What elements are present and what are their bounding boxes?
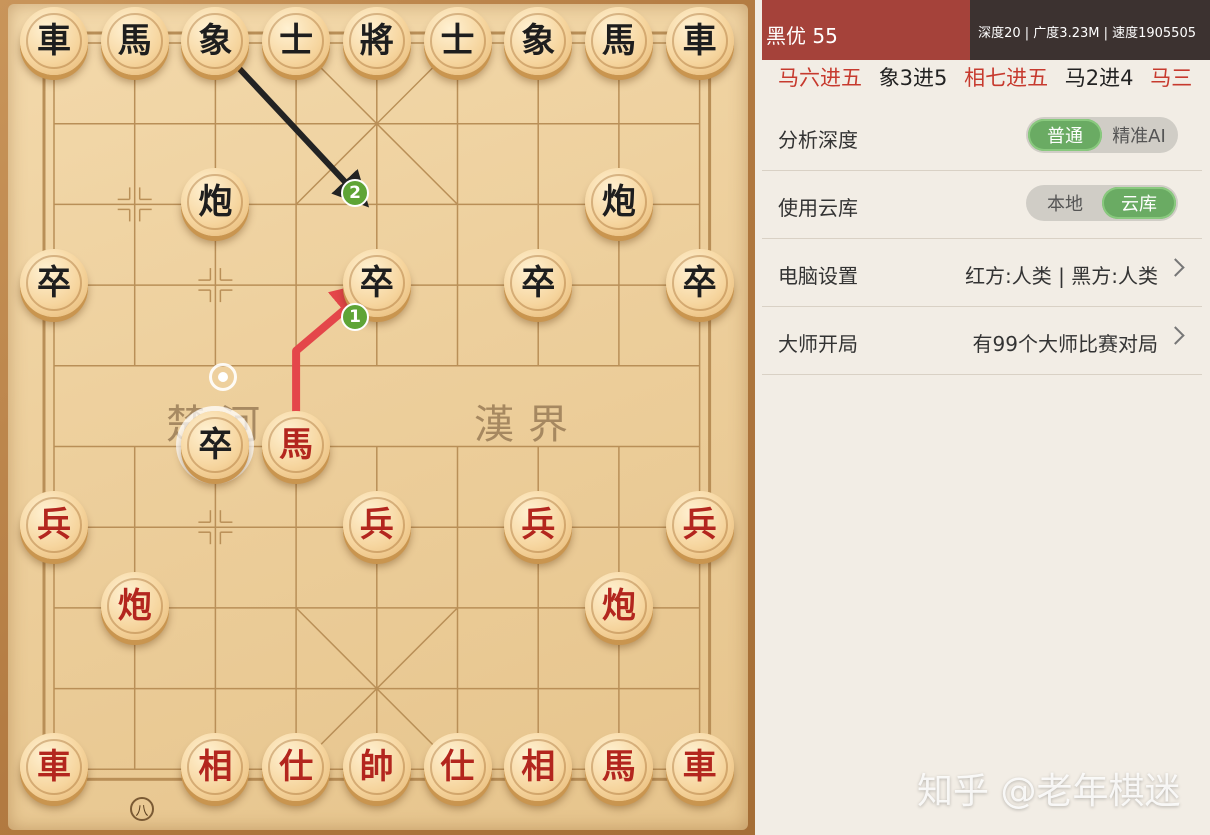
xiangqi-board[interactable]: 楚河 漢界 車馬象士將士象馬車炮炮卒卒卒卒卒馬兵兵兵兵炮炮車相仕帥仕相馬車 1 … [8, 4, 748, 830]
black-piece[interactable]: 馬 [584, 7, 653, 75]
piece-char: 將 [359, 21, 394, 61]
watermark: 知乎 @老年棋迷 [917, 771, 1181, 812]
piece-char: 馬 [601, 21, 636, 61]
red-piece[interactable]: 相 [504, 733, 573, 802]
black-piece[interactable]: 象 [181, 7, 250, 75]
piece-char: 車 [682, 747, 717, 788]
piece-char: 炮 [117, 585, 152, 626]
piece-char: 馬 [117, 21, 152, 61]
black-piece[interactable]: 炮 [584, 168, 653, 237]
piece-char: 帥 [359, 747, 394, 788]
black-piece[interactable]: 士 [423, 7, 492, 75]
analysis-depth-toggle[interactable]: 普通 精准AI [1026, 117, 1178, 153]
piece-char: 相 [521, 747, 556, 788]
pv-move[interactable]: 相七进五 [964, 66, 1048, 90]
black-piece[interactable]: 馬 [100, 7, 169, 75]
red-piece[interactable]: 馬 [262, 410, 331, 479]
arrow-1-badge: 1 [341, 303, 369, 331]
black-piece[interactable]: 卒 [504, 249, 573, 318]
row-cloud-library: 使用云库 本地 云库 [762, 170, 1202, 239]
red-piece[interactable]: 仕 [423, 733, 492, 802]
black-piece[interactable]: 士 [262, 7, 331, 75]
piece-char: 炮 [198, 182, 233, 223]
engine-stats: 深度20 | 广度3.23M | 速度1905505 [978, 26, 1196, 41]
piece-char: 車 [37, 747, 71, 788]
pv-move[interactable]: 马六进五 [778, 66, 862, 90]
piece-char: 兵 [682, 505, 717, 546]
river-text-han-jie: 漢界 [474, 402, 582, 448]
computer-settings-value: 红方:人类 | 黑方:人类 [965, 264, 1158, 288]
row-master-openings[interactable]: 大师开局 有99个大师比赛对局 [762, 306, 1202, 375]
red-piece[interactable]: 帥 [342, 733, 411, 802]
file-label-ba: 八 [130, 797, 154, 821]
red-piece[interactable]: 仕 [262, 733, 331, 802]
chevron-right-icon [1166, 326, 1185, 345]
piece-char: 炮 [601, 585, 636, 626]
piece-char: 卒 [198, 424, 233, 465]
red-piece[interactable]: 兵 [342, 491, 411, 560]
analysis-depth-label: 分析深度 [778, 128, 858, 152]
piece-char: 士 [279, 21, 314, 61]
row-analysis-depth: 分析深度 普通 精准AI [762, 102, 1202, 171]
analysis-depth-option-normal[interactable]: 普通 [1028, 119, 1102, 151]
piece-char: 象 [521, 21, 556, 61]
piece-char: 馬 [279, 424, 314, 465]
piece-char: 仕 [279, 747, 314, 788]
pv-move[interactable]: 象3进5 [879, 66, 948, 90]
chevron-right-icon [1166, 258, 1185, 277]
red-piece[interactable]: 車 [665, 733, 734, 802]
black-piece[interactable]: 卒 [665, 249, 734, 318]
red-piece[interactable]: 兵 [504, 491, 573, 560]
piece-char: 相 [198, 747, 233, 788]
master-openings-label: 大师开局 [778, 332, 858, 356]
piece-char: 兵 [37, 505, 71, 546]
cloud-library-label: 使用云库 [778, 196, 858, 220]
black-piece[interactable]: 象 [504, 7, 573, 75]
black-piece[interactable]: 卒 [20, 249, 88, 318]
black-piece[interactable]: 將 [342, 7, 411, 75]
piece-char: 車 [682, 21, 717, 61]
red-piece[interactable]: 炮 [584, 571, 653, 640]
piece-char: 卒 [682, 263, 717, 304]
principal-variation[interactable]: 马六进五 象3进5 相七进五 马2进4 马三 [762, 62, 1194, 102]
master-openings-value: 有99个大师比赛对局 [972, 332, 1158, 356]
piece-char: 馬 [601, 747, 636, 788]
black-piece[interactable]: 車 [665, 7, 734, 75]
piece-char: 炮 [601, 182, 636, 223]
red-piece[interactable]: 車 [20, 733, 88, 802]
piece-char: 士 [440, 21, 475, 61]
piece-char: 兵 [359, 505, 394, 546]
red-piece[interactable]: 兵 [665, 491, 734, 560]
pv-move[interactable]: 马2进4 [1065, 66, 1134, 90]
piece-char: 象 [198, 21, 233, 61]
red-piece[interactable]: 馬 [584, 733, 653, 802]
black-piece[interactable]: 車 [20, 7, 88, 75]
arrow-2-badge: 2 [341, 179, 369, 207]
board-grid [42, 31, 712, 781]
pv-move[interactable]: 马三 [1150, 66, 1192, 90]
cloud-library-option-local[interactable]: 本地 [1028, 187, 1102, 219]
move-target-marker[interactable] [209, 363, 237, 391]
piece-char: 卒 [359, 263, 394, 304]
piece-char: 車 [37, 21, 71, 61]
board-frame: 楚河 漢界 車馬象士將士象馬車炮炮卒卒卒卒卒馬兵兵兵兵炮炮車相仕帥仕相馬車 1 … [0, 0, 755, 835]
red-piece[interactable]: 兵 [20, 491, 88, 560]
evaluation-score: 黑优 55 [766, 24, 838, 48]
analysis-depth-option-precise-ai[interactable]: 精准AI [1102, 119, 1176, 151]
row-computer-settings[interactable]: 电脑设置 红方:人类 | 黑方:人类 [762, 238, 1202, 307]
computer-settings-label: 电脑设置 [778, 264, 858, 288]
red-piece[interactable]: 炮 [100, 571, 169, 640]
piece-char: 仕 [440, 747, 475, 788]
piece-char: 兵 [521, 505, 556, 546]
cloud-library-option-cloud[interactable]: 云库 [1102, 187, 1176, 219]
analysis-panel: 黑优 55 深度20 | 广度3.23M | 速度1905505 马六进五 象3… [762, 0, 1210, 835]
cloud-library-toggle[interactable]: 本地 云库 [1026, 185, 1178, 221]
evaluation-bar: 黑优 55 深度20 | 广度3.23M | 速度1905505 [762, 0, 1210, 60]
black-piece[interactable]: 卒 [181, 410, 250, 479]
piece-char: 卒 [521, 263, 556, 304]
piece-char: 卒 [37, 263, 71, 304]
